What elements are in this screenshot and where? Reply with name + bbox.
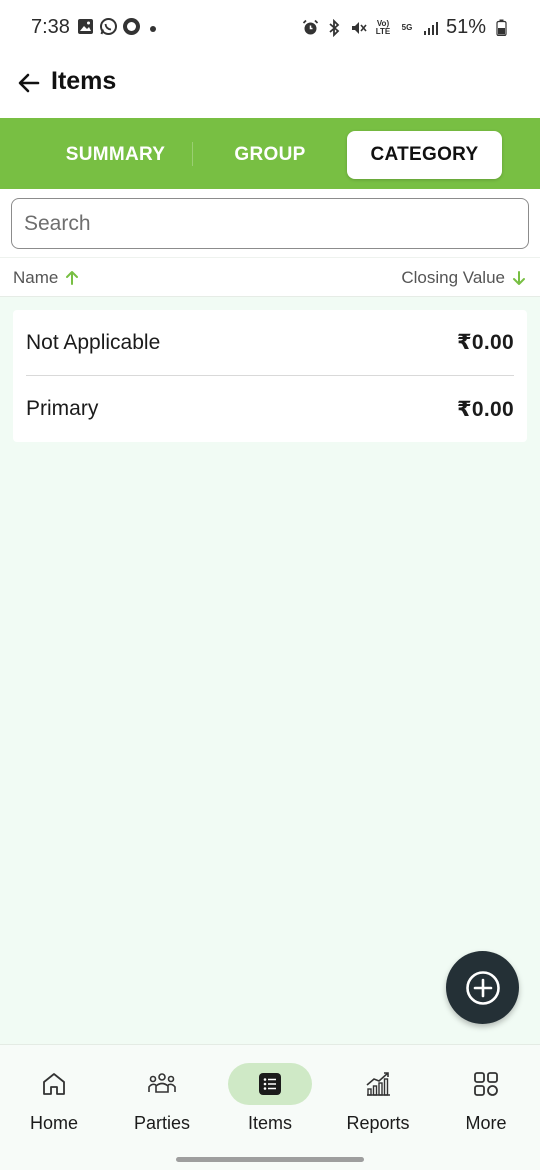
gallery-icon: [76, 17, 95, 36]
bluetooth-icon: [326, 18, 344, 38]
alarm-icon: [302, 18, 320, 38]
tab-group[interactable]: GROUP: [200, 131, 340, 179]
list-item[interactable]: Not Applicable ₹0.00: [26, 310, 514, 376]
mute-icon: [350, 18, 368, 38]
battery-icon: [492, 18, 510, 38]
column-value-label: Closing Value: [401, 268, 505, 287]
nav-more[interactable]: More: [436, 1063, 536, 1143]
home-indicator[interactable]: [176, 1157, 364, 1162]
tab-bar: SUMMARY GROUP CATEGORY: [0, 118, 540, 189]
arrow-down-icon: [513, 271, 525, 285]
fiveg-icon: 5G: [401, 22, 413, 32]
status-time: 7:38: [31, 16, 70, 38]
nav-reports-label: Reports: [346, 1113, 410, 1133]
list-icon: [259, 1073, 281, 1095]
nav-home-label: Home: [29, 1113, 78, 1133]
nav-more-label: More: [465, 1113, 507, 1133]
nav-items-label: Items: [247, 1113, 292, 1133]
sort-by-closing-value[interactable]: Closing Value: [401, 268, 527, 288]
page-title: Items: [51, 67, 117, 95]
volte-icon: Vo) LTE: [375, 18, 391, 36]
tab-category[interactable]: CATEGORY: [347, 131, 502, 179]
back-button[interactable]: [14, 68, 44, 98]
whatsapp-icon: [99, 17, 118, 36]
column-header: Name Closing Value: [0, 257, 540, 297]
plus-circle-icon: [465, 970, 500, 1005]
people-icon: [148, 1073, 176, 1093]
chart-icon: [366, 1072, 390, 1096]
nav-items[interactable]: Items: [220, 1063, 320, 1143]
nav-home[interactable]: Home: [4, 1063, 104, 1143]
item-closing-value: ₹0.00: [457, 331, 514, 354]
sort-by-name[interactable]: Name: [13, 268, 80, 288]
search-container: [0, 189, 540, 257]
arrow-up-icon: [66, 271, 79, 285]
bottom-nav: Home Parties Items Reports More: [0, 1044, 540, 1170]
nav-parties-label: Parties: [133, 1113, 191, 1133]
status-bar: 7:38 Vo) LTE 5G 51%: [0, 0, 540, 56]
arrow-left-icon: [18, 73, 40, 93]
list-item[interactable]: Primary ₹0.00: [26, 376, 514, 442]
battery-percent: 51%: [445, 16, 486, 38]
item-name: Primary: [26, 397, 99, 420]
add-category-button[interactable]: [446, 951, 519, 1024]
notification-dot: [150, 26, 156, 32]
category-list: Not Applicable ₹0.00 Primary ₹0.00: [13, 310, 527, 442]
column-name-label: Name: [13, 268, 59, 287]
nav-parties[interactable]: Parties: [112, 1063, 212, 1143]
item-name: Not Applicable: [26, 330, 161, 354]
nav-reports[interactable]: Reports: [328, 1063, 428, 1143]
record-icon: [122, 17, 141, 36]
home-icon: [43, 1073, 65, 1095]
signal-icon: [422, 18, 440, 38]
grid-icon: [474, 1072, 498, 1096]
app-bar: Items: [0, 56, 540, 118]
tab-divider: [192, 142, 193, 166]
item-closing-value: ₹0.00: [457, 397, 514, 421]
tab-summary[interactable]: SUMMARY: [48, 131, 183, 179]
search-input[interactable]: [11, 198, 529, 249]
